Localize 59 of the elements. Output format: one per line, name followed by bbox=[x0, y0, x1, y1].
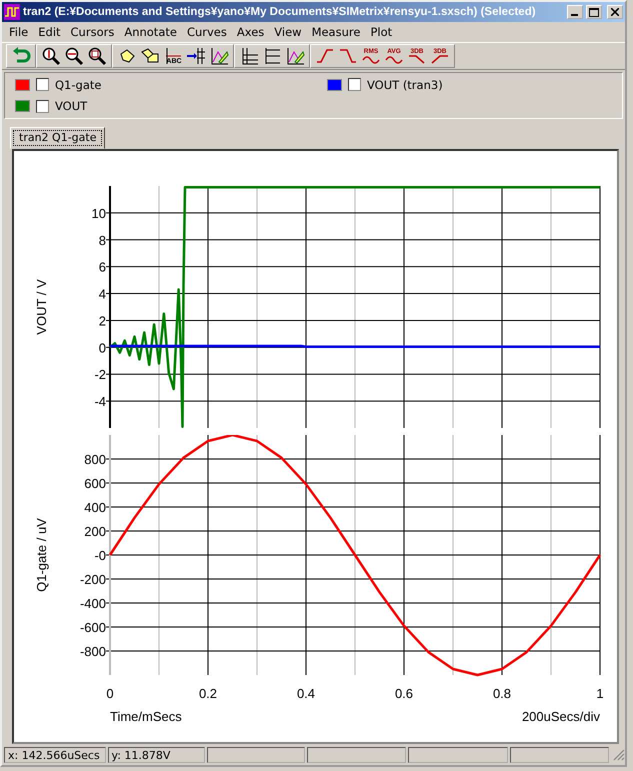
legend-label: VOUT (tran3) bbox=[367, 78, 443, 92]
y-axis-title: Q1-gate / uV bbox=[34, 518, 49, 592]
y-tick-label: -2 bbox=[94, 367, 106, 382]
menu-item[interactable]: Edit bbox=[33, 25, 66, 39]
minimize-button[interactable] bbox=[567, 5, 583, 19]
x-tick-label: 0 bbox=[106, 686, 114, 701]
graph-pen-icon[interactable] bbox=[209, 46, 229, 66]
x-tick-label: 0.6 bbox=[394, 686, 414, 701]
y-tick-label: 10 bbox=[92, 206, 106, 221]
graph-pen-icon[interactable] bbox=[285, 46, 305, 66]
scale-label: 200uSecs/div bbox=[522, 709, 600, 724]
zoom-icon[interactable] bbox=[87, 46, 107, 66]
y-tick-label: -400 bbox=[80, 596, 106, 611]
x-tick-label: 0.4 bbox=[296, 686, 316, 701]
y-tick-label: 400 bbox=[84, 500, 106, 515]
status-pane: x: 142.566uSecs bbox=[4, 747, 106, 763]
menu-item[interactable]: Cursors bbox=[66, 25, 120, 39]
x-tick-label: 1 bbox=[596, 686, 604, 701]
close-icon bbox=[611, 8, 619, 16]
menu-item[interactable]: File bbox=[4, 25, 34, 39]
y-axis-title: VOUT / V bbox=[34, 279, 49, 335]
checkbox[interactable] bbox=[36, 78, 49, 92]
zoom-icon[interactable] bbox=[64, 46, 84, 66]
close-button[interactable] bbox=[607, 5, 623, 19]
waveform-app-icon bbox=[4, 4, 20, 20]
legend-label: Q1-gate bbox=[55, 78, 102, 92]
y-tick-label: 600 bbox=[84, 476, 106, 491]
menu-item[interactable]: Measure bbox=[306, 25, 366, 39]
legend-label: VOUT bbox=[55, 99, 88, 114]
menu-item[interactable]: Curves bbox=[182, 25, 232, 39]
y-tick-label: -4 bbox=[94, 394, 106, 410]
y-tick-label: 200 bbox=[84, 524, 106, 539]
x-axis-title: Time/mSecs bbox=[110, 709, 182, 724]
tab[interactable]: tran2 Q1-gate bbox=[10, 127, 106, 149]
y-tick-label: 4 bbox=[98, 286, 106, 302]
y-tick-label: 800 bbox=[84, 452, 106, 467]
maximize-button[interactable] bbox=[586, 5, 602, 19]
y-tick-label: 2 bbox=[98, 313, 106, 328]
y-tick-label: -200 bbox=[80, 572, 106, 587]
menu-item[interactable]: Axes bbox=[232, 25, 270, 39]
y-tick-label: -0 bbox=[94, 548, 106, 563]
zoom-icon[interactable] bbox=[41, 46, 61, 66]
y-tick-label: 6 bbox=[98, 260, 106, 275]
status-pane: y: 11.878V bbox=[108, 747, 206, 763]
window-title: tran2 (E:¥Documents and Settings¥yano¥My Documents¥SIMetrix¥rensyu-1.sxsch) (Selected) bbox=[23, 6, 537, 18]
menu-item[interactable]: Annotate bbox=[119, 25, 182, 39]
maximize-icon bbox=[589, 8, 599, 16]
y-tick-label: -800 bbox=[80, 644, 106, 659]
menu-item[interactable]: View bbox=[269, 25, 307, 39]
y-tick-label: 0 bbox=[98, 340, 106, 356]
x-tick-label: 0.8 bbox=[492, 686, 512, 701]
checkbox[interactable] bbox=[348, 78, 361, 92]
resize-grip-icon[interactable] bbox=[611, 747, 625, 761]
menu-item[interactable]: Plot bbox=[365, 25, 398, 39]
y-tick-label: -600 bbox=[80, 620, 106, 635]
y-tick-label: 8 bbox=[98, 232, 106, 248]
arrow-grid-icon[interactable] bbox=[186, 46, 206, 66]
checkbox[interactable] bbox=[36, 100, 49, 113]
x-tick-label: 0.2 bbox=[198, 686, 218, 701]
